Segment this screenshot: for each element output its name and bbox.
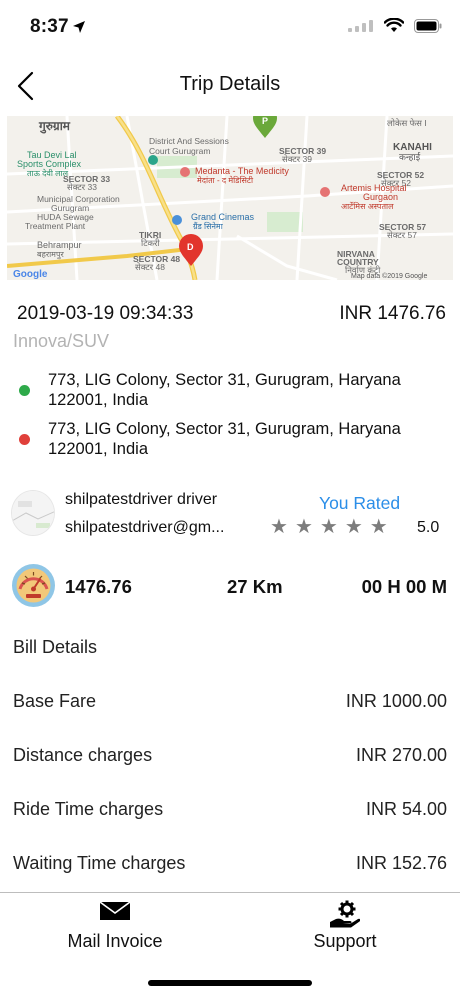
svg-text:P: P — [262, 116, 268, 126]
bill-row: Base Fare INR 1000.00 — [0, 691, 460, 715]
svg-text:Medanta - The Medicity: Medanta - The Medicity — [195, 166, 289, 176]
bill-row: Waiting Time charges INR 152.76 — [0, 853, 460, 877]
support-label: Support — [313, 931, 377, 951]
svg-text:सेक्टर 57: सेक्टर 57 — [387, 230, 417, 240]
rating-stars: ★ ★ ★ ★ ★ — [270, 516, 388, 538]
star-icon: ★ — [294, 516, 313, 538]
svg-text:Behrampur: Behrampur — [37, 240, 82, 250]
svg-text:सेक्टर 39: सेक्टर 39 — [282, 154, 312, 164]
wifi-icon — [384, 18, 404, 32]
google-logo: Google — [13, 269, 48, 280]
map-attribution: Map data ©2019 Google — [351, 272, 427, 280]
svg-text:District And Sessions: District And Sessions — [149, 136, 229, 146]
envelope-icon — [100, 901, 130, 920]
svg-text:ग्रैंड सिनेमा: ग्रैंड सिनेमा — [193, 221, 224, 231]
pickup-dot-icon — [19, 385, 30, 396]
poi-marker — [148, 155, 158, 165]
bill-row-value: INR 54.00 — [365, 799, 447, 819]
battery-icon — [414, 18, 442, 33]
driver-avatar — [11, 490, 55, 536]
bill-row-value: INR 1000.00 — [345, 691, 447, 711]
svg-text:सेक्टर 33: सेक्टर 33 — [67, 182, 97, 192]
bill-row-value: INR 152.76 — [355, 853, 447, 873]
svg-text:आर्टेमिस अस्पताल: आर्टेमिस अस्पताल — [341, 201, 394, 211]
mail-invoice-label: Mail Invoice — [67, 931, 163, 951]
svg-text:Sports Complex: Sports Complex — [17, 159, 82, 169]
pickup-address: 773, LIG Colony, Sector 31, Gurugram, Ha… — [48, 371, 401, 409]
status-bar: 8:37 — [0, 0, 460, 54]
trip-datetime: 2019-03-19 09:34:33 — [17, 303, 194, 324]
support-gear-hand-icon — [330, 900, 360, 928]
rating-value: 5.0 — [417, 519, 440, 536]
svg-text:बहरामपुर: बहरामपुर — [37, 250, 64, 260]
nav-bar: Trip Details — [0, 58, 460, 114]
svg-text:कन्हाई: कन्हाई — [399, 151, 421, 162]
location-arrow-icon — [73, 21, 85, 33]
status-time: 8:37 — [30, 16, 69, 37]
speedometer-icon — [12, 564, 55, 607]
map-canvas: गुरुग्राम District And Sessions Court Gu… — [7, 116, 453, 280]
svg-text:Treatment Plant: Treatment Plant — [25, 221, 86, 231]
trip-duration: 00 H 00 M — [361, 576, 447, 597]
svg-text:Gurgaon: Gurgaon — [363, 192, 398, 202]
bill-row-label: Base Fare — [13, 691, 97, 711]
trip-vehicle-type: Innova/SUV — [13, 331, 110, 351]
star-icon: ★ — [344, 516, 363, 538]
driver-photo-icon — [12, 491, 54, 535]
mail-invoice-button[interactable]: Mail Invoice — [0, 896, 230, 956]
poi-marker — [172, 215, 182, 225]
bill-row-label: Ride Time charges — [13, 799, 164, 819]
svg-text:सेक्टर 48: सेक्टर 48 — [135, 262, 165, 272]
bottom-divider — [0, 892, 460, 893]
signal-icon — [348, 19, 373, 32]
fare-total: 1476.76 — [65, 576, 132, 597]
svg-text:मेदांता - द मेडिसिटी: मेदांता - द मेडिसिटी — [197, 175, 254, 185]
svg-text:Grand Cinemas: Grand Cinemas — [191, 212, 255, 222]
bill-details-heading: Bill Details — [13, 637, 98, 657]
home-indicator — [148, 980, 312, 986]
star-icon: ★ — [270, 516, 288, 538]
trip-distance: 27 Km — [227, 576, 283, 597]
svg-text:टिकरी: टिकरी — [141, 238, 160, 248]
svg-text:Court Gurugram: Court Gurugram — [149, 146, 210, 156]
star-icon: ★ — [369, 516, 388, 538]
svg-text:D: D — [187, 242, 194, 252]
driver-name: shilpatestdriver driver — [65, 491, 218, 508]
page-title: Trip Details — [179, 73, 281, 95]
bill-row: Distance charges INR 270.00 — [0, 745, 460, 769]
trip-amount: INR 1476.76 — [339, 303, 446, 324]
driver-email: shilpatestdriver@gm... — [65, 519, 225, 536]
drop-dot-icon — [19, 434, 30, 445]
trip-route-map[interactable]: गुरुग्राम District And Sessions Court Gu… — [7, 116, 453, 280]
bill-row-value: INR 270.00 — [355, 745, 447, 765]
drop-address: 773, LIG Colony, Sector 31, Gurugram, Ha… — [48, 420, 401, 458]
you-rated-label: You Rated — [319, 493, 401, 513]
bill-row-label: Waiting Time charges — [13, 853, 186, 873]
bill-row: Ride Time charges INR 54.00 — [0, 799, 460, 823]
star-icon: ★ — [319, 516, 338, 538]
poi-marker — [180, 167, 190, 177]
map-label: गुरुग्राम — [38, 119, 71, 134]
support-button[interactable]: Support — [230, 896, 460, 956]
poi-marker — [320, 187, 330, 197]
svg-text:लोकेस फेस I: लोकेस फेस I — [387, 118, 427, 128]
bill-row-label: Distance charges — [13, 745, 153, 765]
